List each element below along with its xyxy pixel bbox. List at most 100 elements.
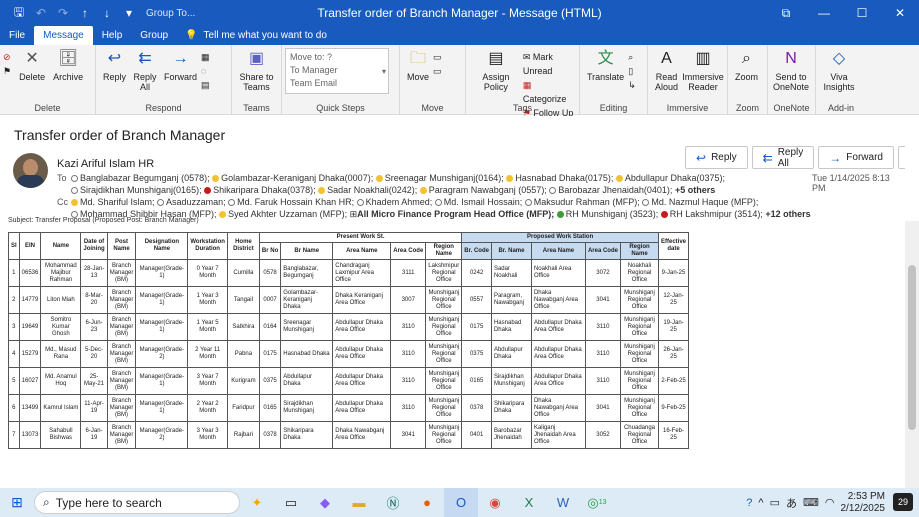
cc-recipient[interactable]: Md. Faruk Hossain Khan HR; — [228, 197, 357, 207]
immersive-reader-button[interactable]: ▥ Immersive Reader — [682, 48, 724, 93]
reply-ribbon-button[interactable]: ↩ Reply — [99, 48, 130, 83]
rules-icon[interactable]: ▭ — [433, 50, 442, 64]
send-to-onenote-button[interactable]: N Send to OneNote — [771, 48, 811, 93]
categorize-button[interactable]: ▦ Categorize — [523, 78, 576, 106]
sender-name[interactable]: Kazi Ariful Islam HR — [57, 158, 154, 170]
whatsapp-icon[interactable]: ◎ 13 — [580, 488, 614, 517]
undo-icon[interactable]: ↶ — [30, 6, 52, 20]
assign-policy-button[interactable]: ▤ Assign Policy — [469, 48, 523, 93]
show-hidden-icon[interactable]: ^ — [758, 497, 763, 509]
cc-recipient[interactable]: Khadem Ahmed; — [356, 197, 435, 207]
task-view-icon[interactable]: ▭ — [274, 488, 308, 517]
wifi-icon[interactable]: ◠ — [825, 496, 835, 509]
find-icon[interactable]: ⌕ — [628, 50, 636, 64]
quick-step-team-email[interactable]: Team Email — [290, 77, 384, 90]
file-explorer-icon[interactable]: ▬ — [342, 488, 376, 517]
up-arrow-icon[interactable]: ↑ — [74, 6, 96, 20]
delete-button[interactable]: ✕ Delete — [15, 48, 49, 83]
cc-recipient[interactable]: Md. Shariful Islam; — [71, 197, 157, 207]
im-icon[interactable]: ◌ — [201, 64, 210, 78]
junk-icon[interactable]: ⚑ — [3, 64, 11, 78]
meeting-icon[interactable]: ▦ — [201, 50, 210, 64]
help-icon[interactable]: ? — [746, 497, 752, 509]
copilot-icon[interactable]: ◆ — [308, 488, 342, 517]
customize-qat-icon[interactable]: ▾ — [118, 6, 140, 20]
quick-step-move-to[interactable]: Move to: ? — [290, 51, 384, 64]
ribbon-display-icon[interactable]: ⧉ — [767, 0, 805, 26]
redo-icon[interactable]: ↷ — [52, 6, 74, 20]
notification-badge[interactable]: 29 — [893, 493, 913, 511]
outlook-icon[interactable]: O — [444, 488, 478, 517]
to-recipient[interactable]: Hasnabad Dhaka(0175); — [506, 173, 616, 183]
more-respond-icon[interactable]: ▤ — [201, 78, 210, 92]
chevron-down-icon[interactable]: ▾ — [382, 65, 386, 78]
table-cell: Manager(Grade-1) — [135, 394, 189, 422]
taskbar-search[interactable]: ⌕ Type here to search — [34, 491, 240, 514]
reply-all-ribbon-button[interactable]: ⇇ Reply All — [130, 48, 160, 93]
to-recipient[interactable]: Sreenagar Munshiganj(0164); — [375, 173, 507, 183]
tab-group[interactable]: Group — [131, 26, 177, 45]
close-button[interactable]: ✕ — [881, 0, 919, 26]
share-to-teams-button[interactable]: ▣ Share to Teams — [235, 48, 278, 93]
translate-button[interactable]: 文 Translate — [583, 48, 628, 83]
scrollbar-thumb[interactable] — [908, 265, 916, 430]
cc-recipient[interactable]: Asaduzzaman; — [157, 197, 228, 207]
zoom-button[interactable]: ⌕ Zoom — [731, 48, 762, 83]
archive-button[interactable]: 🗄 Archive — [49, 48, 87, 83]
viva-insights-button[interactable]: ◇ Viva Insights — [819, 48, 859, 93]
cc-recipient[interactable]: Maksudur Rahman (MFP); — [524, 197, 643, 207]
mark-unread-button[interactable]: ✉ Mark Unread — [523, 50, 576, 78]
to-recipient[interactable]: Banglabazar Begumganj (0578); — [71, 173, 212, 183]
vertical-scrollbar[interactable] — [905, 221, 919, 488]
cc-recipient[interactable]: RH Lakshmipur (3514); — [660, 209, 766, 219]
windows-start-icon[interactable]: ⊞ — [0, 494, 34, 511]
cc-recipient[interactable]: RH Munshiganj (3523); — [556, 209, 661, 219]
maximize-button[interactable]: ☐ — [843, 0, 881, 26]
app-n-icon[interactable]: Ⓝ — [376, 488, 410, 517]
cc-group-name[interactable]: All Micro Finance Program Head Office (M… — [357, 209, 554, 219]
to-recipient[interactable]: Paragram Nawabganj (0557); — [419, 185, 550, 195]
reply-button[interactable]: ↩ Reply — [685, 146, 748, 169]
move-button[interactable]: 🗀 Move — [403, 48, 433, 83]
editing-more-icon[interactable]: ↳ — [628, 78, 636, 92]
network-icon[interactable]: ▭ — [770, 496, 780, 509]
cc-recipient[interactable]: Md. Nazmul Haque (MFP); — [642, 197, 758, 207]
minimize-button[interactable]: — — [805, 0, 843, 26]
read-aloud-button[interactable]: A Read Aloud — [651, 48, 682, 93]
to-recipient[interactable]: Golambazar-Keraniganj Dhaka(0007); — [212, 173, 376, 183]
search-placeholder: Type here to search — [55, 495, 162, 510]
to-recipient[interactable]: Shikaripara Dhaka(0378); — [204, 185, 318, 195]
down-arrow-icon[interactable]: ↓ — [96, 6, 118, 20]
to-recipient[interactable]: Sadar Noakhali(0242); — [318, 185, 420, 195]
tell-me-box[interactable]: 💡 Tell me what you want to do — [185, 30, 327, 41]
to-recipient[interactable]: Sirajdikhan Munshiganj(0165); — [71, 185, 204, 195]
firefox-icon[interactable]: ● — [410, 488, 444, 517]
more-actions-button[interactable]: ··· — [897, 146, 905, 169]
avatar[interactable] — [13, 153, 48, 188]
clock[interactable]: 2:53 PM 2/12/2025 — [841, 491, 886, 515]
language-icon[interactable]: あ — [786, 495, 797, 511]
to-recipient[interactable]: Barobazar Jhenaidah(0401); — [549, 185, 675, 195]
ignore-icon[interactable]: ⊘ — [3, 50, 11, 64]
chrome-icon[interactable]: ◉ — [478, 488, 512, 517]
to-recipient[interactable]: Abdullapur Dhaka(0375); — [615, 173, 725, 183]
select-icon[interactable]: ▯ — [628, 64, 636, 78]
to-more-link[interactable]: +5 others — [675, 185, 715, 195]
forward-button[interactable]: → Forward — [818, 146, 894, 169]
keyboard-icon[interactable]: ⌨ — [803, 496, 819, 509]
reply-all-button[interactable]: ⇇ Reply All — [751, 146, 815, 169]
save-icon[interactable]: 🖫 — [8, 3, 30, 24]
tab-file[interactable]: File — [0, 26, 34, 45]
quick-step-to-manager[interactable]: To Manager — [290, 64, 384, 77]
cc-recipient[interactable]: Syed Akhter Uzzaman (MFP); — [219, 209, 350, 219]
cc-more-link[interactable]: +12 others — [765, 209, 810, 219]
excel-icon[interactable]: X — [512, 488, 546, 517]
tab-message[interactable]: Message — [34, 26, 93, 45]
quick-steps-gallery[interactable]: Move to: ? To Manager Team Email ▾ — [285, 48, 389, 94]
word-icon[interactable]: W — [546, 488, 580, 517]
forward-ribbon-button[interactable]: → Forward — [160, 48, 201, 83]
actions-icon[interactable]: ▭ — [433, 64, 442, 78]
tab-help[interactable]: Help — [93, 26, 132, 45]
copilot-sparkle-icon[interactable]: ✦ — [240, 488, 274, 517]
cc-recipient[interactable]: Md. Ismail Hossain; — [434, 197, 525, 207]
